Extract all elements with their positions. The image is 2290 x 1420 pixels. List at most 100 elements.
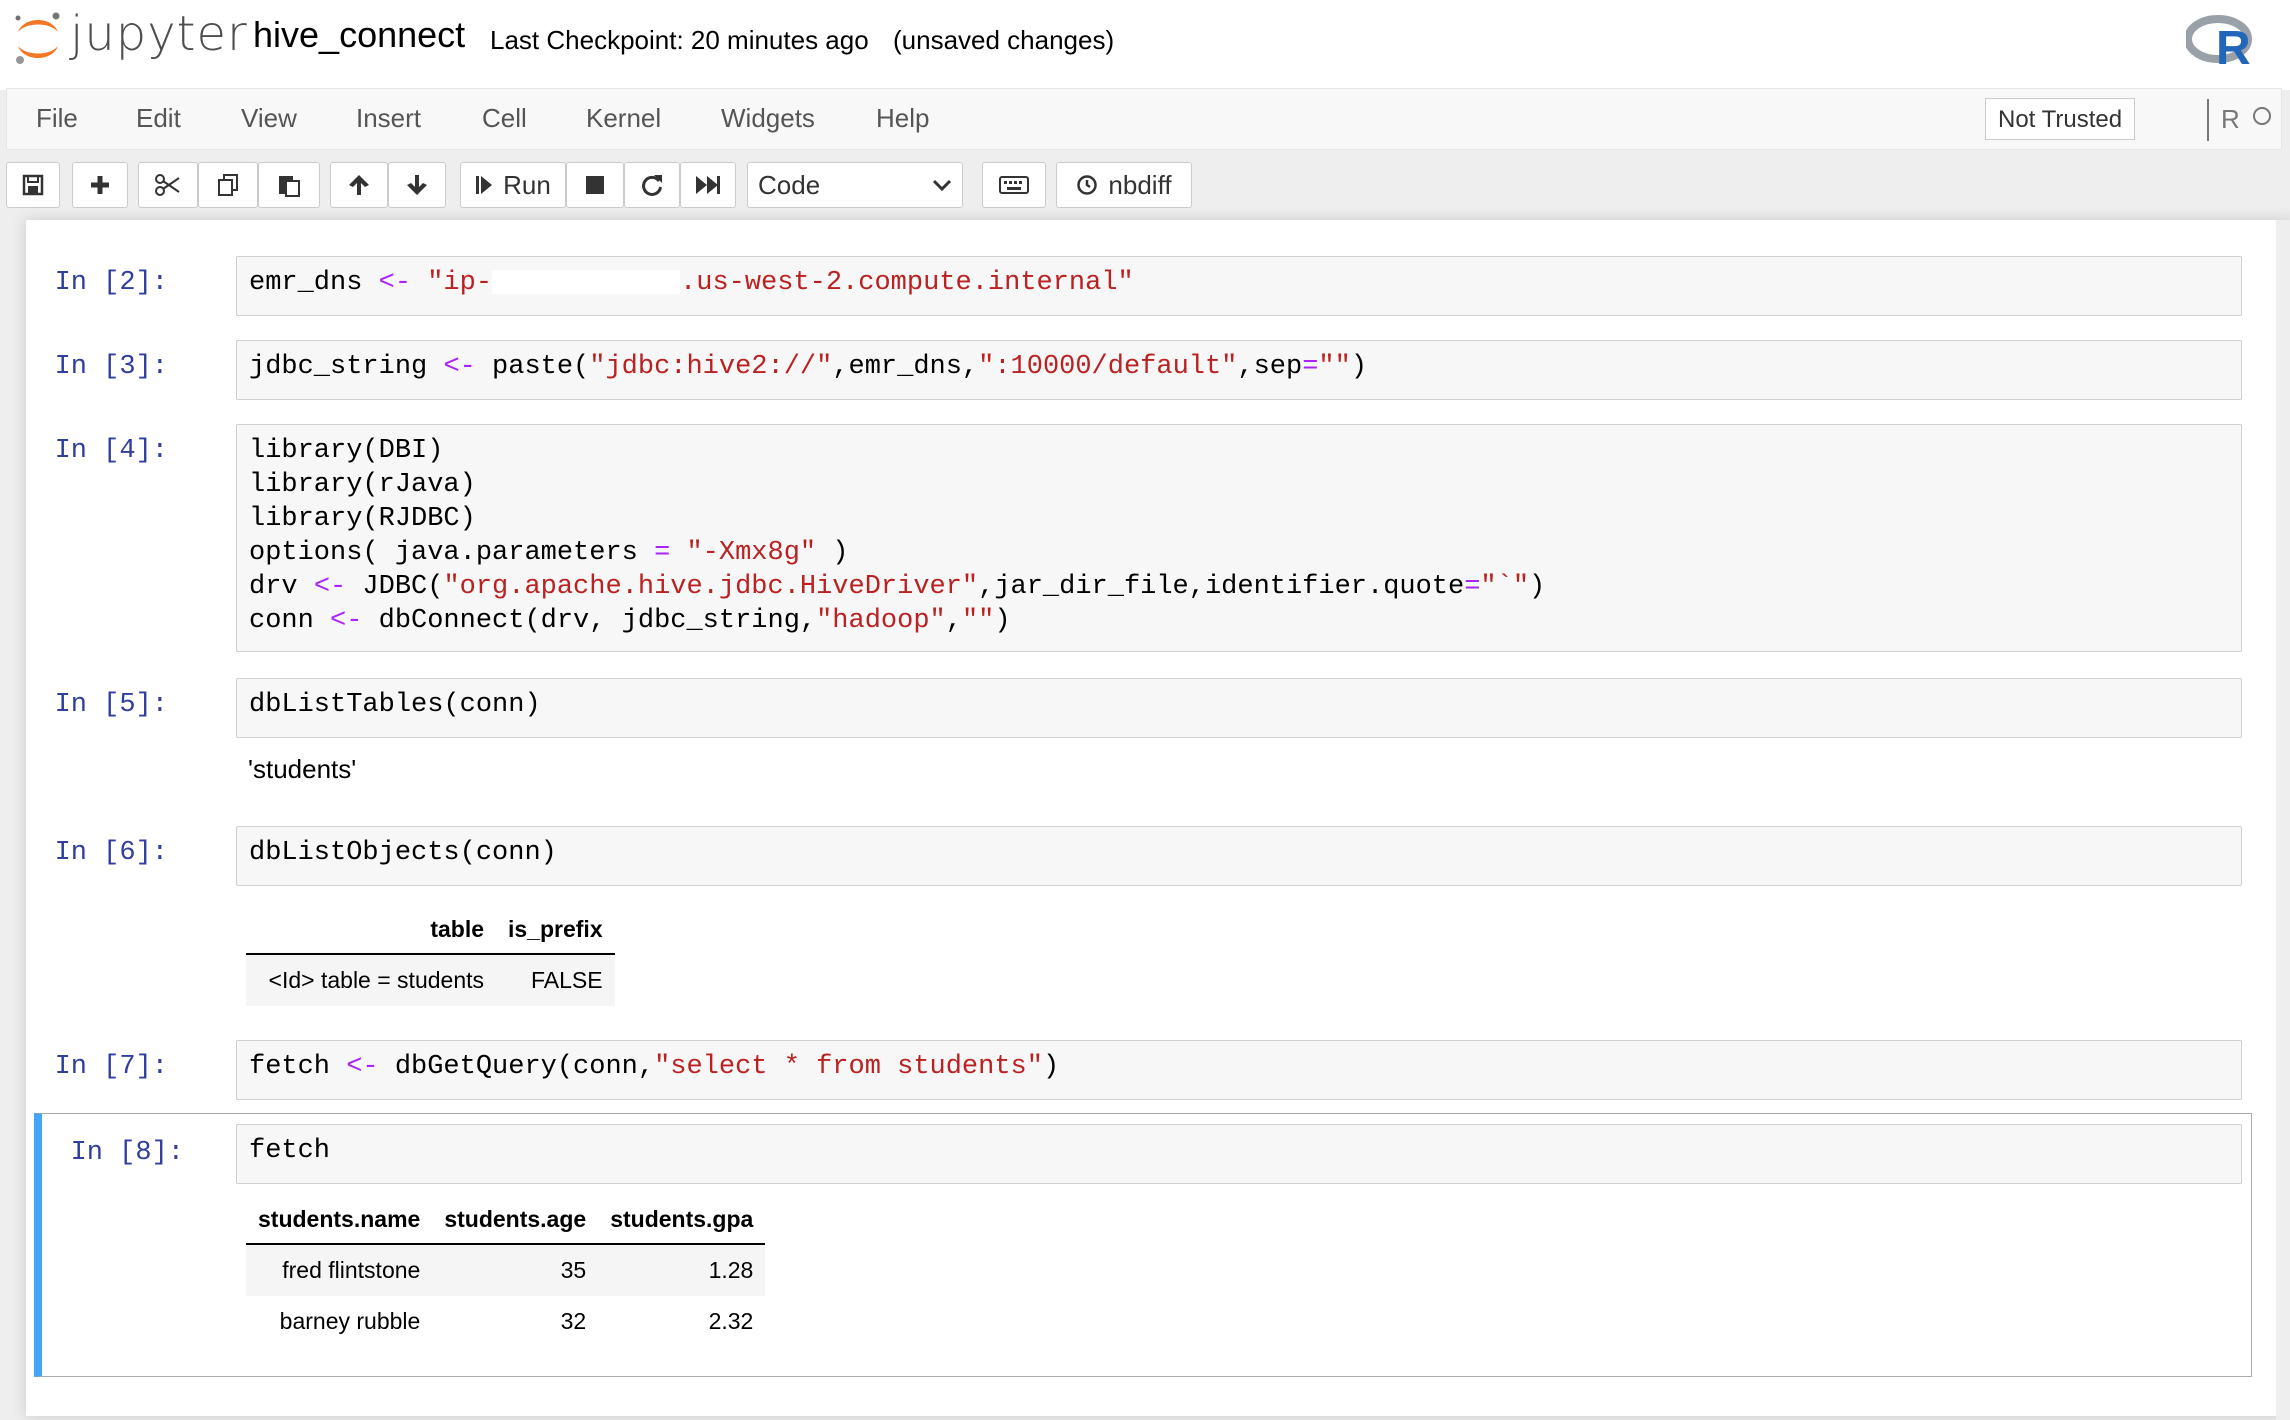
- run-button[interactable]: Run: [460, 162, 566, 208]
- table-cell: 2.32: [708, 1308, 754, 1334]
- r-kernel-logo-icon: R: [2186, 15, 2252, 70]
- command-palette-button[interactable]: [982, 162, 1046, 208]
- code-cell-8-selected[interactable]: In [8]: fetch students.name students.age…: [34, 1113, 2252, 1377]
- notebook-container: In [2]: emr_dns <- "ip- .us-west-2.comput…: [26, 220, 2290, 1416]
- code-token: =: [1302, 352, 1319, 382]
- code-token: ): [816, 538, 849, 568]
- code-token: =: [1464, 572, 1481, 602]
- restart-button[interactable]: [624, 162, 680, 208]
- not-trusted-button[interactable]: Not Trusted: [1985, 98, 2136, 140]
- notebook-area: In [2]: emr_dns <- "ip- .us-west-2.comput…: [0, 220, 2290, 1420]
- cell-prompt: In [4]:: [54, 436, 168, 466]
- code-cell-3[interactable]: In [3]: jdbc_string <- paste("jdbc:hive2…: [26, 340, 2254, 402]
- jupyter-logo-icon[interactable]: [12, 10, 64, 66]
- code-token: "select * from students": [654, 1052, 1043, 1082]
- code-cell-6[interactable]: In [6]: dbListObjects(conn) table is_pre…: [26, 826, 2254, 1006]
- menu-help[interactable]: Help: [876, 103, 929, 134]
- save-icon: [22, 174, 44, 196]
- code-input[interactable]: library(DBI) library(rJava) library(RJDB…: [236, 424, 2242, 652]
- code-token: options( java.parameters: [249, 538, 655, 568]
- kernel-name: R: [2207, 99, 2240, 141]
- code-input[interactable]: jdbc_string <- paste("jdbc:hive2://",emr…: [236, 340, 2242, 400]
- table-header-row: table is_prefix: [246, 906, 615, 955]
- column-header: table: [246, 906, 496, 955]
- checkpoint-status: Last Checkpoint: 20 minutes ago: [490, 25, 869, 55]
- fetch-dataframe: students.name students.age students.gpa …: [246, 1196, 766, 1347]
- table-row: barney rubble 32 2.32: [246, 1296, 765, 1347]
- arrow-up-icon: [349, 175, 369, 195]
- restart-run-all-button[interactable]: [680, 162, 736, 208]
- menu-widgets[interactable]: Widgets: [721, 103, 815, 134]
- menubar: File Edit View Insert Cell Kernel Widget…: [6, 88, 2282, 150]
- move-up-button[interactable]: [330, 162, 388, 208]
- code-token: <-: [330, 606, 363, 636]
- code-token: ,sep: [1237, 352, 1303, 382]
- r-kernel-letter: R: [2216, 22, 2251, 70]
- cell-prompt: In [5]:: [54, 690, 168, 720]
- code-input[interactable]: dbListTables(conn): [236, 678, 2242, 738]
- code-input[interactable]: fetch: [236, 1124, 2242, 1184]
- cell-prompt: In [8]:: [70, 1138, 184, 1168]
- table-cell: 1.28: [598, 1244, 766, 1296]
- table-row: <Id> table = students FALSE: [246, 954, 615, 1006]
- code-token: <-: [378, 268, 412, 298]
- code-token: "ip-: [411, 268, 493, 298]
- refresh-icon: [642, 175, 662, 196]
- cut-button[interactable]: [138, 162, 198, 208]
- arrow-down-icon: [407, 175, 427, 195]
- code-token: "`": [1480, 572, 1530, 602]
- code-input[interactable]: fetch <- dbGetQuery(conn,"select * from …: [236, 1040, 2242, 1100]
- menu-cell[interactable]: Cell: [482, 103, 527, 134]
- cell-type-select[interactable]: Code: [747, 162, 963, 208]
- menu-file[interactable]: File: [36, 103, 78, 134]
- copy-button[interactable]: [198, 162, 258, 208]
- stop-icon: [586, 176, 604, 194]
- code-token: ,emr_dns,: [832, 352, 979, 382]
- keyboard-icon: [999, 176, 1029, 194]
- interrupt-button[interactable]: [566, 162, 624, 208]
- code-token: JDBC(: [346, 572, 444, 602]
- code-input[interactable]: dbListObjects(conn): [236, 826, 2242, 886]
- cell-prompt: In [7]:: [54, 1052, 168, 1082]
- plus-icon: [91, 176, 109, 194]
- code-token: emr_dns: [249, 268, 379, 298]
- code-line-3: library(RJDBC): [249, 504, 476, 534]
- menu-view[interactable]: View: [241, 103, 297, 134]
- code-cell-7[interactable]: In [7]: fetch <- dbGetQuery(conn,"select…: [26, 1040, 2254, 1102]
- insert-cell-button[interactable]: [72, 162, 128, 208]
- menu-edit[interactable]: Edit: [136, 103, 181, 134]
- menu-kernel[interactable]: Kernel: [586, 103, 661, 134]
- code-token: "jdbc:hive2://": [589, 352, 833, 382]
- code-token: "hadoop": [816, 606, 946, 636]
- code-cell-2[interactable]: In [2]: emr_dns <- "ip- .us-west-2.comput…: [26, 256, 2254, 318]
- cell-prompt: In [6]:: [54, 838, 168, 868]
- paste-button[interactable]: [258, 162, 320, 208]
- table-header-row: students.name students.age students.gpa: [246, 1196, 766, 1245]
- code-token: =: [654, 538, 671, 568]
- code-token: "": [961, 606, 995, 636]
- table-cell: 32: [560, 1308, 587, 1334]
- cell-output: 'students': [248, 754, 357, 784]
- table-cell: 35: [432, 1244, 599, 1296]
- code-cell-4[interactable]: In [4]: library(DBI) library(rJava) libr…: [26, 424, 2254, 654]
- code-cell-5[interactable]: In [5]: dbListTables(conn) 'students': [26, 678, 2254, 804]
- menu-insert[interactable]: Insert: [356, 103, 421, 134]
- nbdiff-button[interactable]: nbdiff: [1056, 162, 1192, 208]
- code-line-2: library(rJava): [249, 470, 476, 500]
- notebook-name[interactable]: hive_connect: [253, 14, 465, 56]
- scissors-icon: [155, 174, 180, 196]
- nbdiff-label: nbdiff: [1108, 169, 1172, 200]
- table-cell: barney rubble: [279, 1308, 421, 1334]
- code-token: ): [1042, 1052, 1060, 1082]
- step-forward-icon: [476, 176, 493, 194]
- code-token: jdbc_string: [249, 352, 444, 382]
- unsaved-indicator: (unsaved changes): [893, 25, 1115, 55]
- code-token: conn: [249, 606, 331, 636]
- paste-icon: [279, 176, 300, 197]
- column-header: students.age: [432, 1196, 599, 1245]
- code-input[interactable]: emr_dns <- "ip- .us-west-2.compute.intern…: [236, 256, 2242, 316]
- save-button[interactable]: [6, 162, 60, 208]
- page-scrollbar[interactable]: [2276, 220, 2290, 1420]
- copy-icon: [218, 174, 238, 196]
- move-down-button[interactable]: [388, 162, 446, 208]
